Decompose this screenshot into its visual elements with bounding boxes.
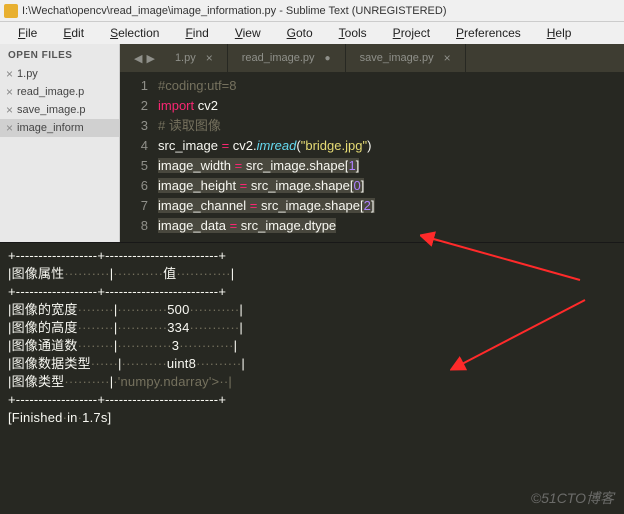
- close-icon[interactable]: ×: [6, 103, 13, 117]
- menu-find[interactable]: Find: [173, 24, 220, 42]
- tab-save-image[interactable]: save_image.py×: [346, 44, 466, 72]
- sidebar-item-image-information[interactable]: ×image_inform: [0, 119, 119, 137]
- close-icon[interactable]: ×: [206, 51, 213, 65]
- editor-pane: ◀ ▶ 1.py× read_image.py● save_image.py× …: [120, 44, 624, 242]
- main-area: OPEN FILES ×1.py ×read_image.p ×save_ima…: [0, 44, 624, 242]
- sidebar: OPEN FILES ×1.py ×read_image.p ×save_ima…: [0, 44, 120, 242]
- code-area[interactable]: 12345678 #coding:utf=8import cv2# 读取图像sr…: [120, 72, 624, 242]
- tab-nav: ◀ ▶: [128, 44, 161, 72]
- tab-read-image[interactable]: read_image.py●: [228, 44, 346, 72]
- close-icon[interactable]: ×: [444, 51, 451, 65]
- code-lines[interactable]: #coding:utf=8import cv2# 读取图像src_image =…: [158, 76, 624, 242]
- tab-next-icon[interactable]: ▶: [146, 52, 154, 65]
- build-output[interactable]: +------------------+--------------------…: [0, 242, 624, 490]
- line-gutter: 12345678: [120, 76, 158, 242]
- menu-preferences[interactable]: Preferences: [444, 24, 533, 42]
- menu-tools[interactable]: Tools: [327, 24, 379, 42]
- sidebar-item-1py[interactable]: ×1.py: [0, 65, 119, 83]
- window-title: I:\Wechat\opencv\read_image\image_inform…: [22, 5, 447, 17]
- menu-goto[interactable]: Goto: [275, 24, 325, 42]
- menu-file[interactable]: File: [6, 24, 49, 42]
- app-icon: [4, 4, 18, 18]
- dirty-icon: ●: [325, 53, 331, 64]
- window-titlebar: I:\Wechat\opencv\read_image\image_inform…: [0, 0, 624, 22]
- watermark: ©51CTO博客: [531, 488, 614, 508]
- menu-help[interactable]: Help: [535, 24, 584, 42]
- close-icon[interactable]: ×: [6, 85, 13, 99]
- menu-selection[interactable]: Selection: [98, 24, 171, 42]
- menu-edit[interactable]: Edit: [51, 24, 96, 42]
- sidebar-header: OPEN FILES: [0, 44, 119, 65]
- menu-bar: File Edit Selection Find View Goto Tools…: [0, 22, 624, 44]
- tab-bar: ◀ ▶ 1.py× read_image.py● save_image.py×: [120, 44, 624, 72]
- close-icon[interactable]: ×: [6, 121, 13, 135]
- tab-prev-icon[interactable]: ◀: [134, 52, 142, 65]
- sidebar-item-save-image[interactable]: ×save_image.p: [0, 101, 119, 119]
- menu-view[interactable]: View: [223, 24, 273, 42]
- sidebar-item-read-image[interactable]: ×read_image.p: [0, 83, 119, 101]
- menu-project[interactable]: Project: [381, 24, 442, 42]
- tab-1py[interactable]: 1.py×: [161, 44, 228, 72]
- close-icon[interactable]: ×: [6, 67, 13, 81]
